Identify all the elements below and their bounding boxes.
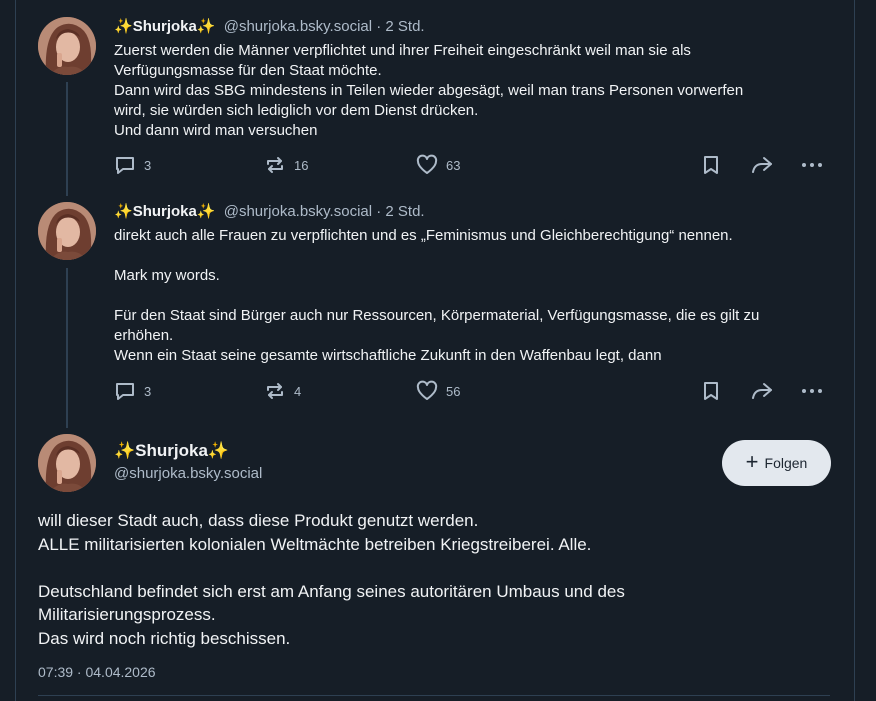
author-name[interactable]: Shurjoka — [135, 441, 208, 460]
author-handle[interactable]: @shurjoka.bsky.social — [224, 203, 372, 220]
reply-button[interactable]: 3 — [114, 380, 151, 402]
follow-label: Folgen — [764, 455, 808, 471]
repost-button[interactable]: 4 — [264, 380, 301, 402]
bookmark-button[interactable] — [700, 380, 722, 402]
follow-button[interactable]: + Folgen — [722, 440, 831, 486]
sparkle-icon: ✨ — [196, 203, 216, 220]
author-name-line[interactable]: ✨Shurjoka✨ — [114, 441, 229, 461]
sparkle-icon: ✨ — [196, 18, 216, 35]
more-button[interactable] — [800, 154, 824, 176]
bookmark-icon — [704, 382, 718, 400]
post-actions: 3 16 63 — [114, 154, 834, 178]
bookmark-icon — [704, 156, 718, 174]
repost-arrows-icon — [267, 157, 283, 173]
post-actions: 3 4 56 — [114, 380, 834, 404]
thread-post[interactable]: ✨Shurjoka✨ @shurjoka.bsky.social · 2 Std… — [16, 0, 854, 196]
more-dots-icon — [802, 389, 822, 393]
heart-icon — [416, 380, 438, 400]
repost-button[interactable]: 16 — [264, 154, 308, 176]
like-button[interactable]: 56 — [416, 380, 460, 402]
speech-bubble-icon — [116, 157, 134, 174]
post-header: ✨Shurjoka✨ @shurjoka.bsky.social · 2 Std… — [114, 17, 425, 35]
sparkle-icon: ✨ — [114, 441, 136, 460]
avatar[interactable] — [38, 434, 96, 492]
author-name[interactable]: Shurjoka — [133, 18, 197, 35]
heart-icon — [416, 154, 438, 174]
post-time[interactable]: · 2 Std. — [376, 203, 424, 220]
post-text: will dieser Stadt auch, dass diese Produ… — [38, 511, 625, 648]
like-count: 63 — [446, 157, 461, 173]
thread-view: ✨Shurjoka✨ @shurjoka.bsky.social · 2 Std… — [15, 0, 855, 701]
more-dots-icon — [802, 163, 822, 167]
divider — [38, 695, 830, 696]
post-header: ✨Shurjoka✨ @shurjoka.bsky.social · 2 Std… — [114, 202, 425, 220]
plus-icon: + — [745, 449, 759, 474]
like-button[interactable]: 63 — [416, 154, 460, 176]
avatar[interactable] — [38, 17, 96, 75]
share-button[interactable] — [750, 380, 774, 402]
reply-count: 3 — [144, 383, 152, 399]
share-arrow-icon — [752, 383, 772, 399]
repost-arrows-icon — [267, 383, 283, 399]
post-text: direkt auch alle Frauen zu verpflichten … — [114, 227, 760, 364]
reply-button[interactable]: 3 — [114, 154, 151, 176]
repost-count: 16 — [294, 157, 309, 173]
post-time[interactable]: · 2 Std. — [376, 18, 424, 35]
thread-post[interactable]: ✨Shurjoka✨ @shurjoka.bsky.social · 2 Std… — [16, 196, 854, 424]
share-button[interactable] — [750, 154, 774, 176]
reply-count: 3 — [144, 157, 152, 173]
bookmark-button[interactable] — [700, 154, 722, 176]
post-text: Zuerst werden die Männer verpflichtet un… — [114, 42, 744, 139]
like-count: 56 — [446, 383, 461, 399]
sparkle-icon: ✨ — [114, 203, 133, 220]
speech-bubble-icon — [116, 383, 134, 400]
repost-count: 4 — [294, 383, 302, 399]
share-arrow-icon — [752, 157, 772, 173]
sparkle-icon: ✨ — [114, 18, 133, 35]
author-name[interactable]: Shurjoka — [133, 203, 197, 220]
author-handle[interactable]: @shurjoka.bsky.social — [224, 18, 372, 35]
post-timestamp: 07:39 · 04.04.2026 — [38, 664, 156, 680]
sparkle-icon: ✨ — [207, 441, 230, 460]
author-handle[interactable]: @shurjoka.bsky.social — [114, 465, 262, 482]
avatar[interactable] — [38, 202, 96, 260]
more-button[interactable] — [800, 380, 824, 402]
